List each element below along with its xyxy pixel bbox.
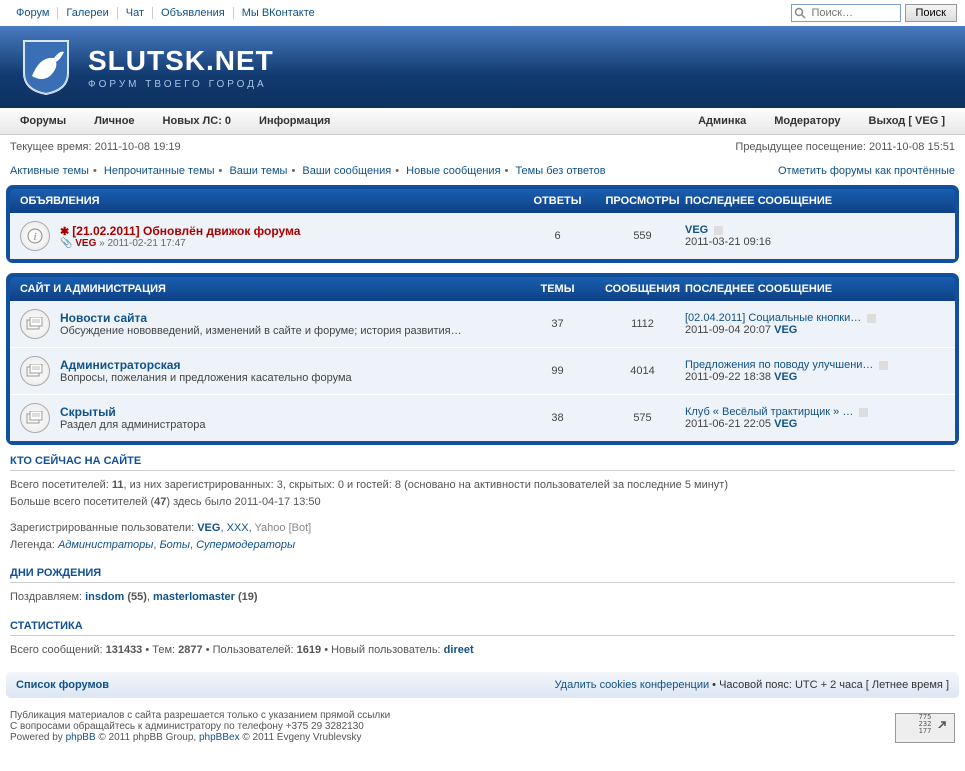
bday-heading: ДНИ РОЖДЕНИЯ [10, 567, 955, 583]
ql-unread[interactable]: Непрочитанные темы [104, 165, 215, 177]
top-nav: Форум Галереи Чат Объявления Мы ВКонтакт… [8, 7, 323, 19]
site-title: SLUTSK.NET [88, 45, 274, 77]
last-post-user[interactable]: VEG [774, 371, 797, 383]
last-visit: Предыдущее посещение: 2011-10-08 15:51 [735, 141, 955, 153]
newest-user-link[interactable]: direet [444, 644, 474, 656]
stats-line: Всего сообщений: 131433 • Тем: 2877 • По… [10, 642, 955, 659]
forum-desc: Вопросы, пожелания и предложения касател… [60, 372, 515, 384]
last-post-date: 2011-06-21 22:05 [685, 418, 771, 430]
bday-user-2[interactable]: masterlomaster [153, 591, 235, 603]
announce-views: 559 [600, 230, 685, 242]
announce-title-link[interactable]: [21.02.2011] Обновлён движок форума [72, 224, 300, 238]
nav-personal[interactable]: Личное [80, 108, 148, 134]
search-input[interactable] [791, 4, 901, 22]
nav-moderator[interactable]: Модератору [760, 108, 854, 134]
announce-last-user[interactable]: VEG [685, 224, 708, 236]
last-post-title[interactable]: Предложения по поводу улучшени… [685, 359, 873, 371]
goto-post-icon[interactable] [859, 408, 868, 417]
topnav-galleries[interactable]: Галереи [58, 7, 117, 19]
goto-post-icon[interactable] [879, 361, 888, 370]
ql-new-posts[interactable]: Новые сообщения [406, 165, 500, 177]
timezone-text: • Часовой пояс: UTC + 2 часа [ Летнее вр… [709, 679, 949, 691]
bday-list: Поздравляем: insdom (55), masterlomaster… [10, 589, 955, 606]
forum-row: АдминистраторскаяВопросы, пожелания и пр… [10, 347, 955, 394]
forum-desc: Обсуждение нововведений, изменений в сай… [60, 325, 515, 337]
ql-active[interactable]: Активные темы [10, 165, 89, 177]
announce-last-date: 2011-03-21 09:16 [685, 236, 771, 248]
announcement-icon: i [20, 221, 50, 251]
forum-icon [20, 356, 50, 386]
legend-mods[interactable]: Супермодераторы [196, 539, 295, 551]
last-post-title[interactable]: Клуб « Весёлый трактирщик » … [685, 406, 853, 418]
forum-posts: 575 [600, 412, 685, 424]
goto-post-icon[interactable] [867, 314, 876, 323]
quick-links: Активные темы• Непрочитанные темы• Ваши … [10, 165, 606, 177]
category-header-site: САЙТ И АДМИНИСТРАЦИЯ ТЕМЫ СООБЩЕНИЯ ПОСЛ… [10, 277, 955, 301]
delete-cookies-link[interactable]: Удалить cookies конференции [555, 679, 710, 691]
forum-row: СкрытыйРаздел для администратора 38 575 … [10, 394, 955, 441]
ql-your-posts[interactable]: Ваши сообщения [302, 165, 391, 177]
forum-row: Новости сайтаОбсуждение нововведений, из… [10, 301, 955, 347]
announcement-row: i ✱ [21.02.2011] Обновлён движок форума … [10, 213, 955, 259]
last-post-user[interactable]: VEG [774, 324, 797, 336]
online-summary: Всего посетителей: 11, из них зарегистри… [10, 477, 955, 510]
bday-user-1[interactable]: insdom [85, 591, 124, 603]
svg-text:i: i [33, 231, 36, 243]
topnav-chat[interactable]: Чат [118, 7, 153, 19]
site-logo-icon [20, 38, 72, 96]
forum-topics: 38 [515, 412, 600, 424]
ql-unanswered[interactable]: Темы без ответов [515, 165, 605, 177]
goto-post-icon[interactable] [714, 226, 723, 235]
ql-your-topics[interactable]: Ваши темы [229, 165, 287, 177]
footer-text: Публикация материалов с сайта разрешаетс… [10, 710, 390, 743]
current-time: Текущее время: 2011-10-08 19:19 [10, 141, 181, 153]
last-post-date: 2011-09-22 18:38 [685, 371, 771, 383]
nav-info[interactable]: Информация [245, 108, 344, 134]
last-post-date: 2011-09-04 20:07 [685, 324, 771, 336]
forum-posts: 1112 [600, 318, 685, 330]
announce-replies: 6 [515, 230, 600, 242]
forum-posts: 4014 [600, 365, 685, 377]
online-user-xxx[interactable]: XXX [227, 522, 249, 534]
legend-bots[interactable]: Боты [159, 539, 190, 551]
online-heading: КТО СЕЙЧАС НА САЙТЕ [10, 455, 955, 471]
attachment-icon: 📎 [60, 238, 72, 249]
forum-desc: Раздел для администратора [60, 419, 515, 431]
phpbbex-link[interactable]: phpBBex [199, 732, 240, 743]
last-post-title[interactable]: [02.04.2011] Социальные кнопки… [685, 312, 861, 324]
forum-index-link[interactable]: Список форумов [16, 679, 109, 691]
phpbb-link[interactable]: phpBB [66, 732, 96, 743]
main-navbar: Форумы Личное Новых ЛС: 0 Информация Адм… [0, 108, 965, 135]
search-icon [794, 7, 806, 19]
legend-admins[interactable]: Администраторы [58, 539, 153, 551]
nav-admin[interactable]: Админка [684, 108, 760, 134]
forum-topics: 99 [515, 365, 600, 377]
forum-topics: 37 [515, 318, 600, 330]
online-user-bot: Yahoo [Bot] [255, 522, 312, 534]
site-subtitle: ФОРУМ ТВОЕГО ГОРОДА [88, 79, 274, 90]
category-header-announce: ОБЪЯВЛЕНИЯ ОТВЕТЫ ПРОСМОТРЫ ПОСЛЕДНЕЕ СО… [10, 189, 955, 213]
site-header: SLUTSK.NET ФОРУМ ТВОЕГО ГОРОДА [0, 26, 965, 108]
forum-icon [20, 309, 50, 339]
nav-logout[interactable]: Выход [ VEG ] [855, 108, 959, 134]
forum-name-link[interactable]: Новости сайта [60, 311, 147, 325]
forum-name-link[interactable]: Скрытый [60, 405, 116, 419]
last-post-user[interactable]: VEG [774, 418, 797, 430]
announce-author[interactable]: VEG [75, 238, 96, 249]
hit-counter-icon[interactable]: 775232177 [895, 713, 955, 743]
online-user-veg[interactable]: VEG [197, 522, 220, 534]
topnav-vk[interactable]: Мы ВКонтакте [234, 7, 323, 19]
online-users: Зарегистрированные пользователи: VEG, XX… [10, 520, 955, 553]
search-button[interactable]: Поиск [905, 4, 957, 22]
nav-pm[interactable]: Новых ЛС: 0 [149, 108, 246, 134]
mark-read-link[interactable]: Отметить форумы как прочтённые [778, 165, 955, 177]
topnav-forum[interactable]: Форум [8, 7, 58, 19]
stats-heading: СТАТИСТИКА [10, 620, 955, 636]
forum-icon [20, 403, 50, 433]
nav-forums[interactable]: Форумы [6, 108, 80, 134]
topnav-ads[interactable]: Объявления [153, 7, 234, 19]
forum-name-link[interactable]: Администраторская [60, 358, 180, 372]
